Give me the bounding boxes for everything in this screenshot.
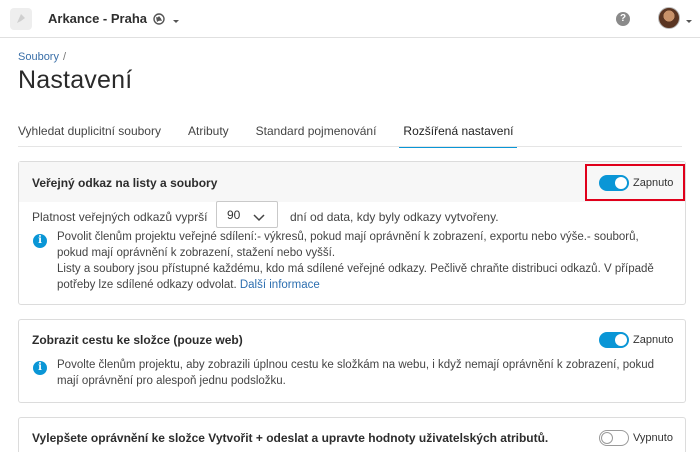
tab-attributes[interactable]: Atributy: [188, 124, 229, 146]
breadcrumb-link-soubory[interactable]: Soubory: [18, 51, 59, 63]
account-switcher[interactable]: Arkance - Praha: [48, 11, 181, 26]
help-icon[interactable]: ?: [616, 12, 630, 26]
folder-permission-title: Vylepšete oprávnění ke složce Vytvořit +…: [32, 431, 549, 445]
info-line: potřeby lze sdílené odkazy odvolat. Dalš…: [57, 277, 654, 293]
account-name: Arkance - Praha: [48, 11, 147, 26]
public-link-title: Veřejný odkaz na listy a soubory: [32, 176, 218, 190]
link-validity-select[interactable]: 90: [216, 201, 278, 228]
folder-permission-toggle-label: Vypnuto: [633, 432, 673, 444]
breadcrumb-separator: /: [62, 51, 67, 63]
folder-path-toggle-label: Zapnuto: [633, 334, 674, 346]
info-icon: i: [33, 234, 47, 248]
folder-path-toggle[interactable]: [599, 332, 629, 348]
info-icon: i: [33, 361, 47, 375]
breadcrumb: Soubory /: [18, 51, 66, 63]
avatar-chevron-down-icon[interactable]: [684, 14, 694, 32]
tab-naming-standard[interactable]: Standard pojmenování: [256, 124, 377, 146]
tabs-divider: [18, 146, 682, 147]
more-info-link[interactable]: Další informace: [240, 279, 320, 291]
info-line: Povolit členům projektu veřejné sdílení:…: [57, 231, 639, 243]
folder-permission-section: Vylepšete oprávnění ke složce Vytvořit +…: [18, 417, 686, 452]
info-line: Listy a soubory jsou přístupné každému, …: [57, 263, 654, 275]
toggle-knob: [615, 334, 627, 346]
tab-duplicate-files[interactable]: Vyhledat duplicitní soubory: [18, 124, 161, 146]
folder-path-section: Zobrazit cestu ke složce (pouze web) Zap…: [18, 319, 686, 403]
page-title: Nastavení: [18, 66, 133, 94]
public-link-info: Povolit členům projektu veřejné sdílení:…: [57, 229, 654, 293]
app-logo-icon[interactable]: [10, 8, 32, 30]
folder-permission-toggle[interactable]: [599, 430, 629, 446]
chevron-down-icon: [171, 14, 181, 24]
folder-path-title: Zobrazit cestu ke složce (pouze web): [32, 333, 243, 347]
link-validity-value: 90: [227, 208, 241, 222]
tab-bar: Vyhledat duplicitní soubory Atributy Sta…: [18, 124, 540, 148]
highlight-box: [585, 164, 685, 201]
folder-path-info: Povolte členům projektu, aby zobrazili ú…: [57, 357, 654, 389]
top-bar: Arkance - Praha ?: [0, 0, 700, 38]
tab-advanced-settings[interactable]: Rozšířená nastavení: [399, 124, 518, 148]
link-validity-suffix: dní od data, kdy byly odkazy vytvořeny.: [290, 210, 499, 224]
info-line-text: potřeby lze sdílené odkazy odvolat.: [57, 279, 237, 291]
info-line: pokud mají oprávnění k zobrazení, stažen…: [57, 247, 336, 259]
chevron-down-icon: [253, 211, 265, 225]
link-validity-label: Platnost veřejných odkazů vyprší: [32, 210, 208, 224]
toggle-knob: [601, 432, 613, 444]
info-line: mají oprávnění pro alespoň jednu podslož…: [57, 375, 286, 387]
info-line: Povolte členům projektu, aby zobrazili ú…: [57, 359, 655, 371]
avatar[interactable]: [658, 7, 680, 29]
globe-icon: [153, 12, 165, 25]
